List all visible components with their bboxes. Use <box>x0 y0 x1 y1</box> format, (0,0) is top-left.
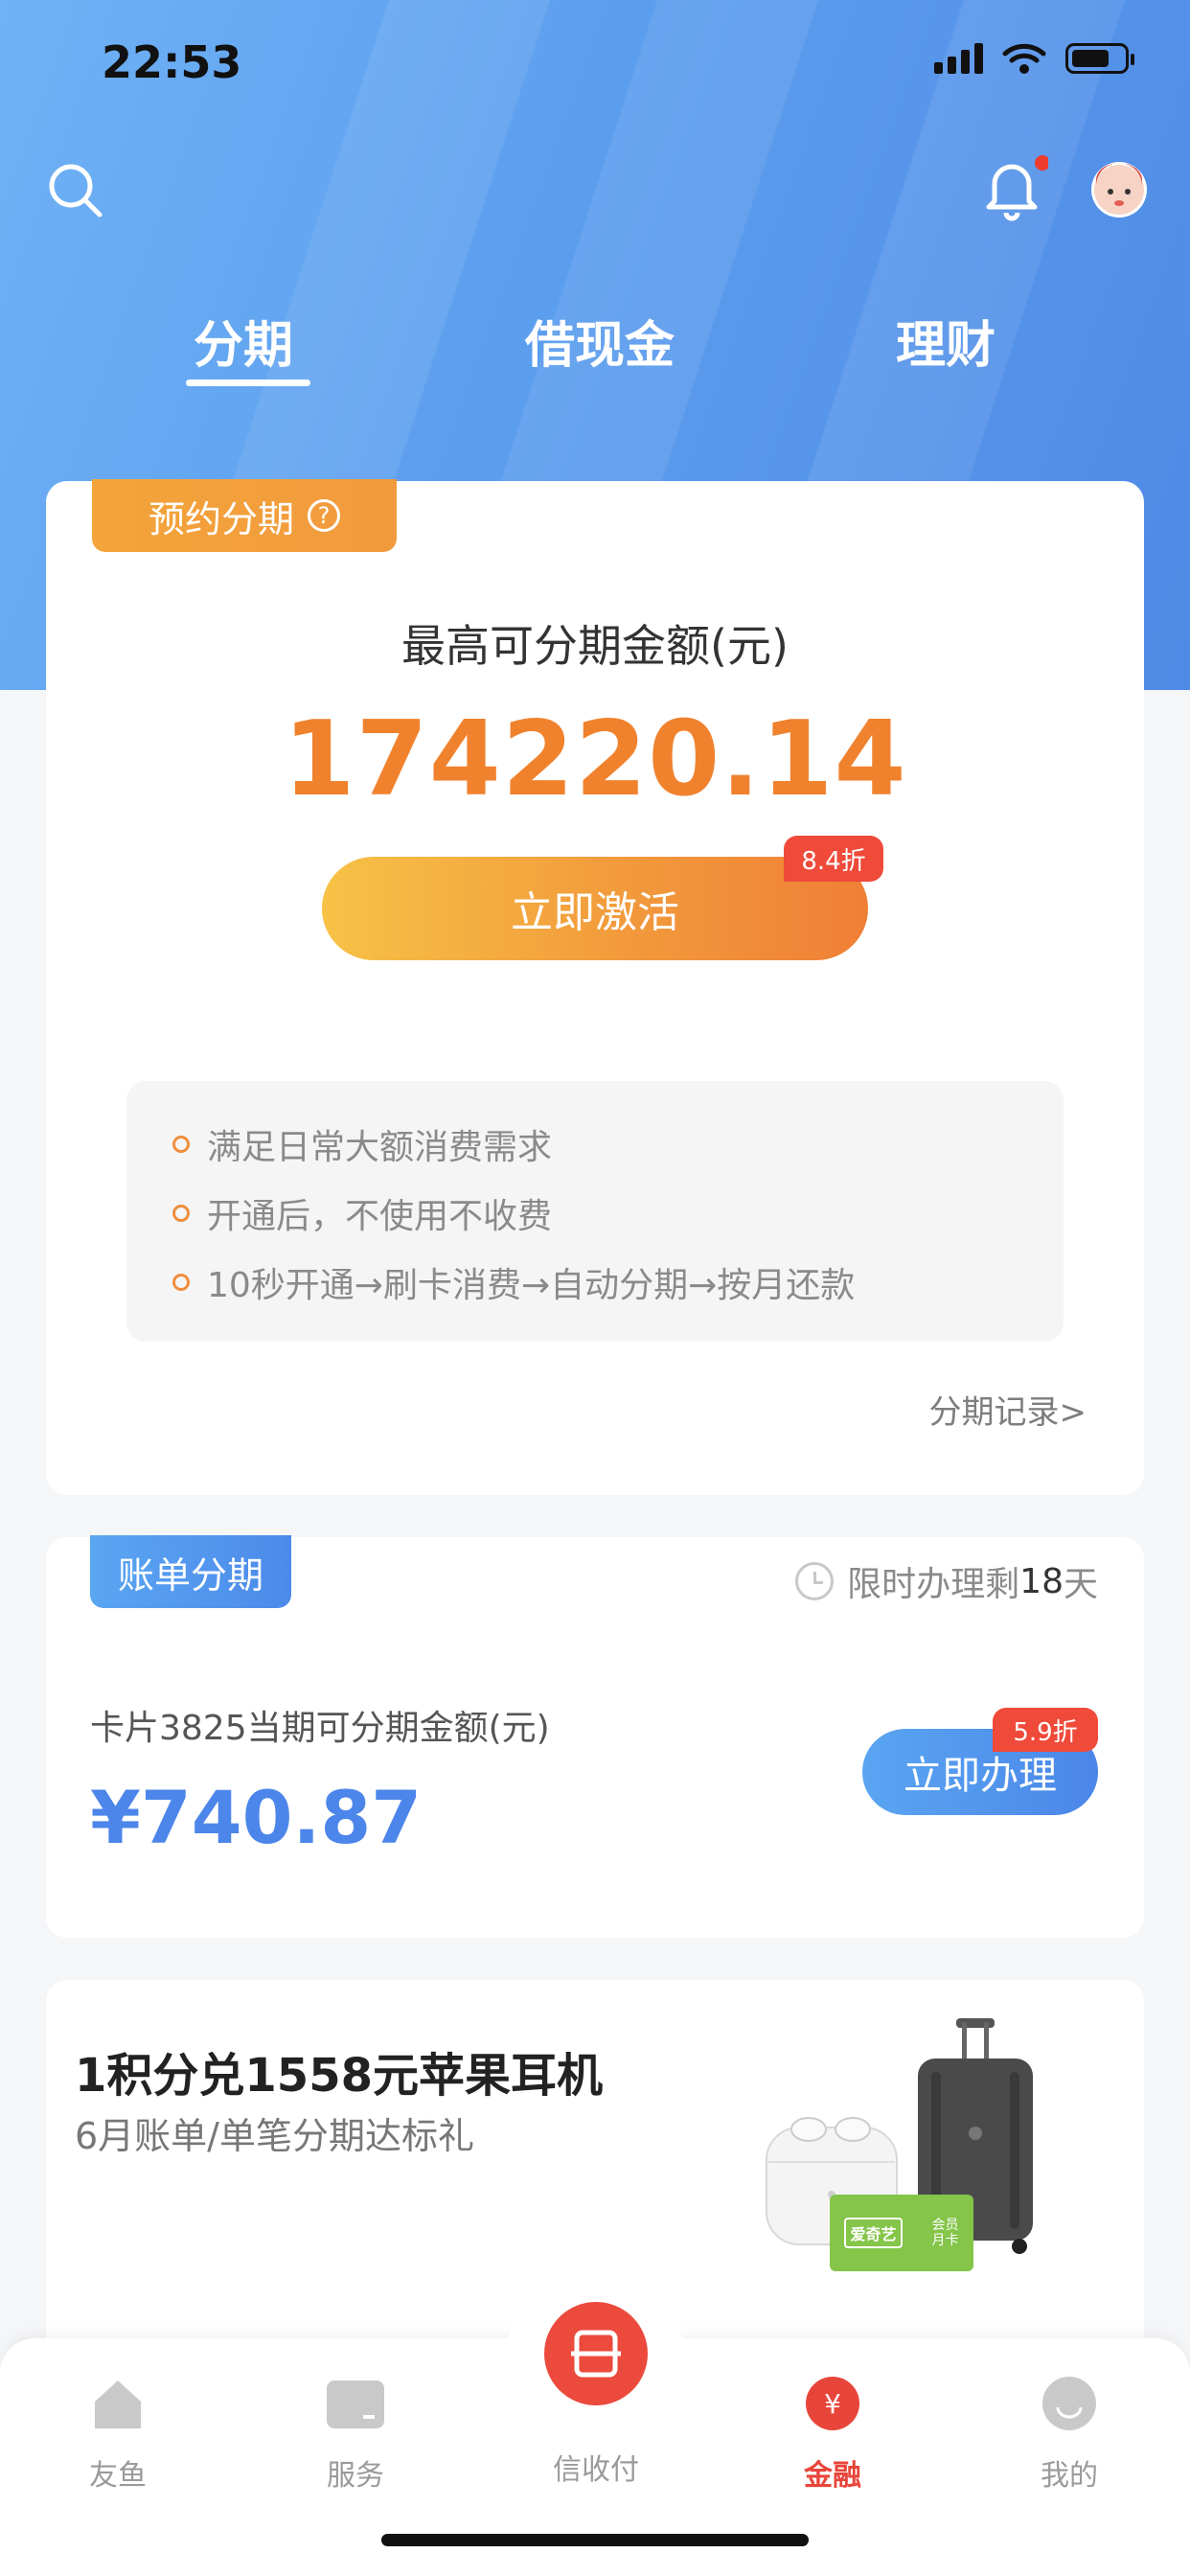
bullet-icon <box>172 1205 190 1222</box>
time-limit-prefix: 限时办理剩 <box>847 1565 1020 1604</box>
status-time: 22:53 <box>102 36 242 88</box>
nav-item-mine[interactable]: 我的 <box>993 2375 1146 2494</box>
nav-item-youyu[interactable]: 友鱼 <box>41 2375 195 2494</box>
nav-item-service[interactable]: 服务 <box>279 2375 432 2494</box>
promo-subtitle: 6月账单/单笔分期达标礼 <box>75 2115 474 2157</box>
nav-label: 信收付 <box>553 2453 639 2487</box>
voucher-label: 会员月卡 <box>931 2218 959 2248</box>
nav-label: 服务 <box>327 2459 384 2493</box>
nav-label: 我的 <box>1041 2459 1098 2493</box>
svg-text:¥: ¥ <box>824 2388 841 2420</box>
time-limit-days: 18 <box>1019 1561 1064 1601</box>
max-amount-label: 最高可分期金额(元) <box>401 620 789 672</box>
search-icon[interactable] <box>46 161 105 220</box>
nav-label: 金融 <box>804 2459 861 2493</box>
time-limit-notice: 限时办理剩 18 天 <box>795 1556 1098 1606</box>
cellular-signal-icon <box>934 43 983 74</box>
service-icon <box>327 2380 384 2428</box>
feature-text: 开通后，不使用不收费 <box>207 1197 553 1236</box>
status-icons <box>934 42 1134 75</box>
wifi-icon <box>1002 43 1046 74</box>
discount-badge: 5.9折 <box>993 1708 1098 1752</box>
feature-item: 10秒开通→刷卡消费→自动分期→按月还款 <box>172 1257 855 1307</box>
top-tab-bar: 分期 借现金 理财 <box>0 288 1190 402</box>
battery-icon <box>1065 43 1134 74</box>
feature-list: 满足日常大额消费需求 开通后，不使用不收费 10秒开通→刷卡消费→自动分期→按月… <box>126 1081 1064 1342</box>
profile-icon <box>1042 2377 1096 2430</box>
bill-amount-value: ¥740.87 <box>90 1775 423 1860</box>
scan-pay-button[interactable] <box>544 2302 648 2405</box>
promo-title: 1积分兑1558元苹果耳机 <box>75 2049 603 2103</box>
installment-record-link[interactable]: 分期记录> <box>929 1386 1087 1433</box>
home-indicator <box>381 2534 809 2546</box>
clock-icon <box>795 1562 835 1600</box>
tab-installment[interactable]: 分期 <box>194 305 293 377</box>
feature-text: 10秒开通→刷卡消费→自动分期→按月还款 <box>207 1266 856 1305</box>
max-amount-value: 174220.14 <box>283 700 907 819</box>
nav-label: 友鱼 <box>89 2459 147 2493</box>
reserve-installment-label: 预约分期 <box>148 497 294 540</box>
avatar[interactable] <box>1090 161 1148 218</box>
iqiyi-voucher-card: 爱奇艺 会员月卡 <box>830 2195 973 2271</box>
notification-bell-icon[interactable] <box>981 153 1048 222</box>
bill-installment-card: 账单分期 限时办理剩 18 天 卡片3825当期可分期金额(元) ¥740.87 立… <box>46 1535 1144 1938</box>
tab-wealth[interactable]: 理财 <box>896 305 995 377</box>
yuan-icon: ¥ <box>806 2377 859 2430</box>
feature-item: 开通后，不使用不收费 <box>172 1188 552 1238</box>
feature-text: 满足日常大额消费需求 <box>207 1128 553 1167</box>
time-limit-suffix: 天 <box>1063 1565 1098 1604</box>
installment-card: 预约分期 ? 最高可分期金额(元) 174220.14 立即激活 8.4折 满足… <box>46 479 1144 1495</box>
tab-cash-loan[interactable]: 借现金 <box>525 305 675 377</box>
active-tab-indicator <box>186 380 310 386</box>
nav-item-xinshoufu[interactable]: 信收付 <box>519 2426 673 2488</box>
discount-badge: 8.4折 <box>784 836 883 882</box>
scan-pay-icon <box>571 2330 621 2378</box>
iqiyi-logo: 爱奇艺 <box>844 2218 903 2248</box>
bullet-icon <box>172 1136 190 1153</box>
bill-installment-tag: 账单分期 <box>90 1535 291 1608</box>
nav-item-finance[interactable]: ¥ 金融 <box>756 2375 909 2494</box>
feature-item: 满足日常大额消费需求 <box>172 1119 552 1169</box>
card-installment-label: 卡片3825当期可分期金额(元) <box>90 1709 550 1748</box>
bullet-icon <box>172 1274 190 1291</box>
reserve-installment-tag[interactable]: 预约分期 ? <box>92 479 397 552</box>
home-icon <box>95 2380 141 2428</box>
help-icon[interactable]: ? <box>308 499 340 532</box>
